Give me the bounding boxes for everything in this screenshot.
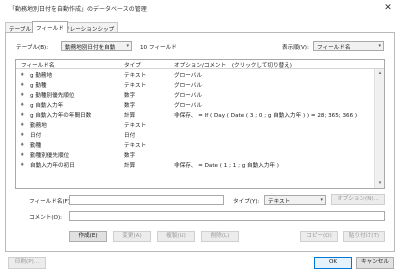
table-row[interactable]: ♦ 勤種 テキスト <box>16 140 384 150</box>
column-header-options[interactable]: オプション/コメント (クリックして切り替え) <box>174 61 292 69</box>
drag-handle-icon[interactable]: ♦ <box>20 112 24 118</box>
table-row[interactable]: ♦ 自動入力年の初日 計算 非保存、 = Date ( 1 ; 1 ; g 自動… <box>16 160 384 170</box>
column-header-type[interactable]: タイプ <box>124 61 141 69</box>
cancel-button[interactable]: キャンセル <box>356 257 394 269</box>
field-option: 非保存、 = If ( Day ( Date ( 3 ; 0 ; g 自動入力年… <box>174 113 358 119</box>
field-list[interactable]: フィールド名 タイプ オプション/コメント (クリックして切り替え) ♦ g 勤… <box>15 59 385 189</box>
type-label: タイプ(Y): <box>233 199 260 205</box>
table-row[interactable]: ♦ 勤種別優先順位 数字 <box>16 150 384 160</box>
table-select-value: 動務地別日付を自動 <box>65 45 116 51</box>
field-option: グローバル <box>174 83 202 89</box>
drag-handle-icon[interactable]: ♦ <box>20 72 24 78</box>
field-name: 勤種 <box>30 143 42 149</box>
field-name: 勤種別優先順位 <box>30 153 70 159</box>
field-type: テキスト <box>124 73 147 79</box>
table-select[interactable]: 動務地別日付を自動 ▾ <box>61 41 132 51</box>
field-type: テキスト <box>124 83 147 89</box>
chevron-down-icon: ▾ <box>378 43 381 49</box>
table-row[interactable]: ♦ 勤務地 テキスト <box>16 120 384 130</box>
scroll-up-icon[interactable]: ▴ <box>375 69 384 78</box>
drag-handle-icon[interactable]: ♦ <box>20 132 24 138</box>
field-name: 日付 <box>30 133 42 139</box>
field-type: 数字 <box>124 103 136 109</box>
drag-handle-icon[interactable]: ♦ <box>20 152 24 158</box>
field-type: 計算 <box>124 113 136 119</box>
field-list-header: フィールド名 タイプ オプション/コメント (クリックして切り替え) <box>16 60 384 69</box>
field-name: g 勤務地 <box>30 73 53 79</box>
comment-input[interactable] <box>69 211 385 221</box>
chevron-down-icon: ▾ <box>320 197 323 203</box>
drag-handle-icon[interactable]: ♦ <box>20 122 24 128</box>
drag-handle-icon[interactable]: ♦ <box>20 92 24 98</box>
field-name: 自動入力年の初日 <box>30 163 75 169</box>
print-button[interactable]: 印刷(P)... <box>8 257 46 269</box>
drag-handle-icon[interactable]: ♦ <box>20 162 24 168</box>
change-button[interactable]: 変更(A) <box>113 231 151 242</box>
table-row[interactable]: ♦ g 勤種別優先順位 数字 グローバル <box>16 90 384 100</box>
copy-button[interactable]: コピー(O) <box>300 231 338 242</box>
duplicate-button[interactable]: 複製(U) <box>157 231 195 242</box>
table-row[interactable]: ♦ g 勤種 テキスト グローバル <box>16 80 384 90</box>
field-name: g 自動入力年の年間日数 <box>30 113 92 119</box>
window-title: 「動務地別日付を自動作成」のデータベースの管理 <box>9 6 147 13</box>
field-name: 勤務地 <box>30 123 47 129</box>
field-name-label: フィールド名(F): <box>29 199 72 205</box>
field-option: グローバル <box>174 103 202 109</box>
column-header-name[interactable]: フィールド名 <box>21 61 54 69</box>
field-name: g 自動入力年 <box>30 103 64 109</box>
field-type: テキスト <box>124 123 147 129</box>
field-name: g 勤種 <box>30 83 47 89</box>
type-select-value: テキスト <box>268 199 291 205</box>
table-row[interactable]: ♦ g 勤務地 テキスト グローバル <box>16 70 384 80</box>
field-type: 日付 <box>124 133 136 139</box>
field-type: 数字 <box>124 153 136 159</box>
drag-handle-icon[interactable]: ♦ <box>20 82 24 88</box>
field-type: 計算 <box>124 163 136 169</box>
comment-label: コメント(O): <box>29 215 63 221</box>
field-option: グローバル <box>174 93 202 99</box>
table-row[interactable]: ♦ g 自動入力年の年間日数 計算 非保存、 = If ( Day ( Date… <box>16 110 384 120</box>
options-button[interactable]: オプション(N)... <box>331 194 385 205</box>
drag-handle-icon[interactable]: ♦ <box>20 102 24 108</box>
drag-handle-icon[interactable]: ♦ <box>20 142 24 148</box>
tab-fields[interactable]: フィールド <box>32 21 68 33</box>
table-label: テーブル(B): <box>16 45 49 51</box>
title-bar: 「動務地別日付を自動作成」のデータベースの管理 ✕ <box>0 0 400 16</box>
field-option: 非保存、 = Date ( 1 ; 1 ; g 自動入力年 ) <box>174 163 279 169</box>
field-name: g 勤種別優先順位 <box>30 93 75 99</box>
chevron-down-icon: ▾ <box>126 43 129 49</box>
field-option: グローバル <box>174 73 202 79</box>
table-row[interactable]: ♦ g 自動入力年 数字 グローバル <box>16 100 384 110</box>
field-count: 10 フィールド <box>140 45 177 51</box>
field-type: 数字 <box>124 93 136 99</box>
scroll-down-icon[interactable]: ▾ <box>375 179 384 188</box>
ok-button[interactable]: OK <box>314 257 352 269</box>
table-row[interactable]: ♦ 日付 日付 <box>16 130 384 140</box>
field-name-input[interactable] <box>69 195 224 205</box>
sort-select-value: フィールド名 <box>317 45 351 51</box>
field-type: テキスト <box>124 143 147 149</box>
sort-label: 表示順(V): <box>282 45 309 51</box>
close-icon[interactable]: ✕ <box>380 2 396 14</box>
delete-button[interactable]: 削除(L) <box>201 231 239 242</box>
type-select[interactable]: テキスト ▾ <box>264 195 326 205</box>
sort-select[interactable]: フィールド名 ▾ <box>313 41 384 51</box>
create-button[interactable]: 作成(E) <box>69 231 107 242</box>
paste-button[interactable]: 貼り付け(T) <box>343 231 385 242</box>
vertical-scrollbar[interactable]: ▴ ▾ <box>374 69 384 188</box>
